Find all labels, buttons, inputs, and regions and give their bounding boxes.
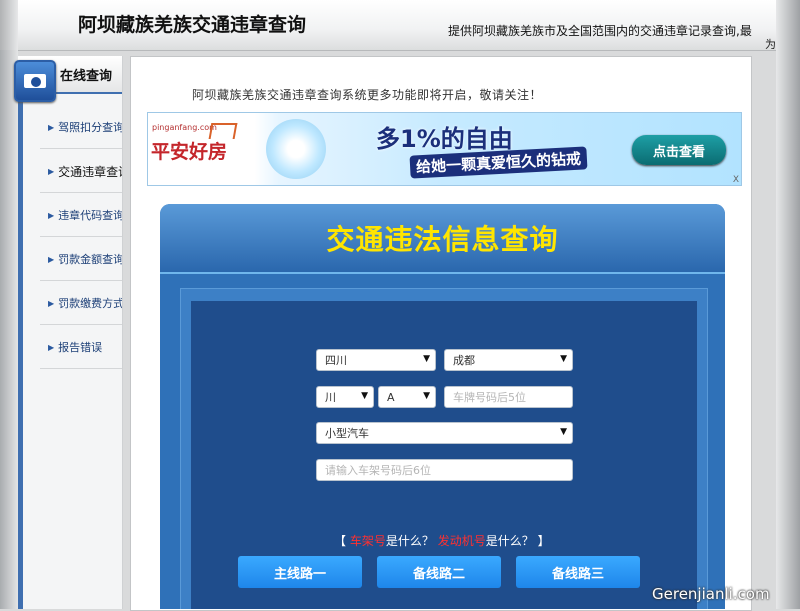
- help-question-2: 是什么？: [485, 534, 534, 548]
- sidebar-item-traffic-violation[interactable]: ▶ 交通违章查询: [40, 150, 122, 193]
- dropdown-arrow-icon: ▼: [423, 391, 430, 401]
- left-frame-border: [0, 50, 18, 609]
- route-2-button[interactable]: 备线路二: [377, 556, 501, 588]
- triangle-right-icon: ▶: [48, 210, 55, 220]
- sidebar-item-license-points[interactable]: ▶ 驾照扣分查询: [40, 106, 122, 149]
- sidebar-item-label: 罚款缴费方式: [58, 297, 122, 310]
- query-header: 交通违法信息查询: [160, 204, 725, 274]
- plate-number-input[interactable]: 车牌号码后5位: [444, 386, 573, 408]
- site-title: 阿坝藏族羌族交通违章查询: [78, 14, 307, 36]
- help-question-1: 是什么？: [385, 534, 434, 548]
- dropdown-arrow-icon: ▼: [423, 354, 430, 364]
- camera-icon: [14, 60, 56, 102]
- city-select-value: 成都: [453, 354, 475, 367]
- triangle-right-icon: ▶: [48, 298, 55, 308]
- sidebar-accent-line: [18, 92, 23, 609]
- help-link-frame-number[interactable]: 车架号: [350, 534, 386, 548]
- city-select[interactable]: 成都 ▼: [444, 349, 573, 371]
- frame-number-placeholder: 请输入车架号码后6位: [325, 464, 431, 477]
- sidebar-item-label: 罚款金额查询: [58, 253, 122, 266]
- help-bracket-close: 】: [537, 534, 550, 548]
- vehicle-type-value: 小型汽车: [325, 427, 369, 440]
- sidebar-item-label: 报告错误: [58, 341, 103, 354]
- vehicle-type-select[interactable]: 小型汽车 ▼: [316, 422, 573, 444]
- ad-close-icon[interactable]: X: [733, 175, 739, 185]
- route-3-button[interactable]: 备线路三: [516, 556, 640, 588]
- query-title: 交通违法信息查询: [326, 223, 559, 256]
- ad-cta-button[interactable]: 点击查看: [632, 135, 726, 165]
- frame-number-input[interactable]: 请输入车架号码后6位: [316, 459, 573, 481]
- plate-prefix-select[interactable]: 川 ▼: [316, 386, 374, 408]
- province-select[interactable]: 四川 ▼: [316, 349, 436, 371]
- diamond-ring-icon: [266, 119, 326, 179]
- site-tagline: 提供阿坝藏族羌族市及全国范围内的交通违章记录查询,最: [448, 24, 752, 38]
- sidebar-item-label: 驾照扣分查询: [58, 121, 122, 134]
- dropdown-arrow-icon: ▼: [560, 427, 567, 437]
- province-select-value: 四川: [325, 354, 347, 367]
- notice-text: 阿坝藏族羌族交通违章查询系统更多功能即将开启，敬请关注！: [192, 88, 543, 102]
- sidebar-item-label: 违章代码查询: [58, 209, 122, 222]
- sidebar-item-violation-code[interactable]: ▶ 违章代码查询: [40, 194, 122, 237]
- triangle-right-icon: ▶: [48, 254, 55, 264]
- ad-slogan-main: 多1%的自由: [376, 125, 513, 153]
- sidebar-item-report-error[interactable]: ▶ 报告错误: [40, 326, 122, 369]
- sidebar-item-label: 交通违章查询: [58, 164, 122, 179]
- help-link-engine-number[interactable]: 发动机号: [438, 534, 486, 548]
- camera-lens: [30, 76, 42, 88]
- ad-brand-url: pinganfang.com: [152, 123, 217, 132]
- triangle-right-icon: ▶: [48, 122, 55, 132]
- route-1-button[interactable]: 主线路一: [238, 556, 362, 588]
- help-line: 【 车架号是什么？ 发动机号是什么？ 】: [334, 532, 550, 549]
- sidebar-item-payment-method[interactable]: ▶ 罚款缴费方式: [40, 282, 122, 325]
- sidebar-item-fine-amount[interactable]: ▶ 罚款金额查询: [40, 238, 122, 281]
- triangle-right-icon: ▶: [48, 342, 55, 352]
- dropdown-arrow-icon: ▼: [560, 354, 567, 364]
- site-tagline-continued: 为: [765, 38, 776, 51]
- plate-letter-value: A: [387, 390, 395, 404]
- plate-number-placeholder: 车牌号码后5位: [453, 391, 526, 404]
- plate-prefix-value: 川: [325, 391, 336, 404]
- dropdown-arrow-icon: ▼: [361, 391, 368, 401]
- ad-brand: 平安好房: [151, 141, 228, 163]
- right-frame-border: [776, 0, 800, 609]
- plate-letter-select[interactable]: A ▼: [378, 386, 436, 408]
- sidebar-title: 在线查询: [60, 69, 113, 84]
- ad-banner[interactable]: pinganfang.com 平安好房 多1%的自由 给她一颗真爱恒久的钻戒 点…: [147, 112, 742, 186]
- help-bracket-open: 【: [334, 534, 347, 548]
- watermark: Gerenjianli.com: [652, 585, 770, 603]
- triangle-right-icon: ▶: [48, 166, 55, 176]
- header-left-border: [0, 0, 18, 50]
